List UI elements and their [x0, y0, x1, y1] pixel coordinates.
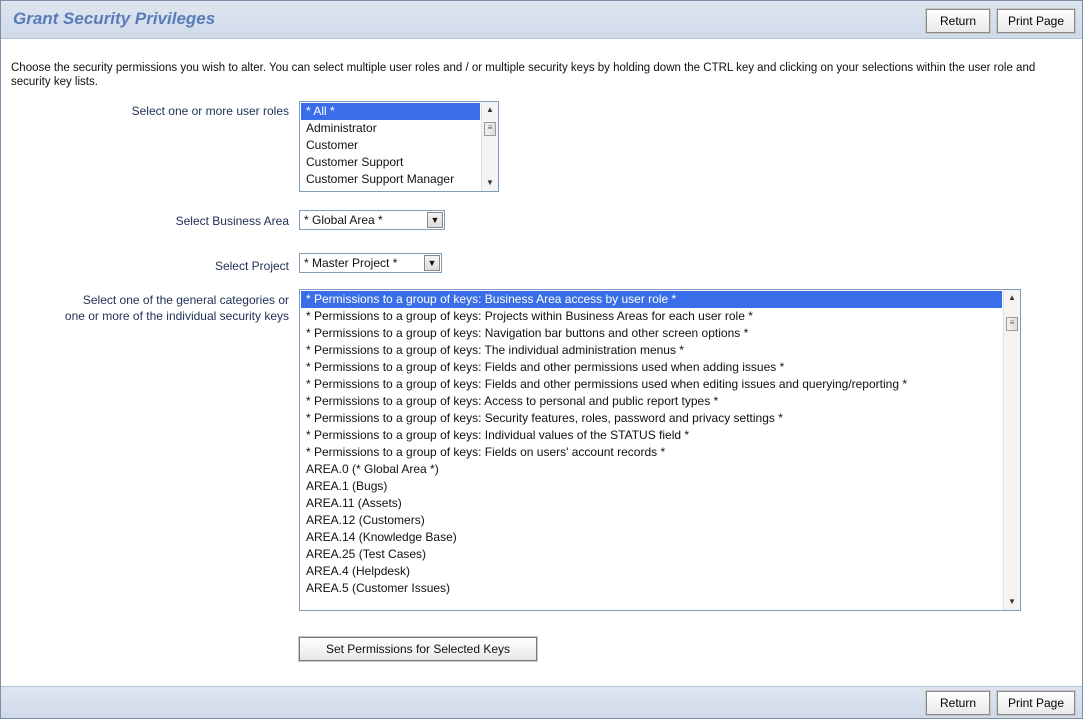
scroll-up-arrow-icon[interactable]: ▲	[1004, 291, 1020, 305]
project-value: * Master Project *	[304, 256, 398, 270]
page: Grant Security Privileges Return Print P…	[0, 0, 1083, 719]
project-label: Select Project	[214, 259, 289, 273]
business-area-value: * Global Area *	[304, 213, 383, 227]
business-area-label: Select Business Area	[175, 214, 289, 228]
user-role-option[interactable]: Customer Support	[301, 154, 480, 171]
security-key-option[interactable]: * Permissions to a group of keys: Fields…	[301, 359, 1002, 376]
security-keys-label: Select one of the general categories or …	[21, 292, 289, 324]
user-role-option[interactable]: Customer	[301, 137, 480, 154]
return-button[interactable]: Return	[925, 8, 991, 34]
scroll-up-arrow-icon[interactable]: ▲	[482, 103, 498, 117]
scroll-thumb[interactable]: ≡	[484, 122, 496, 136]
security-key-option[interactable]: * Permissions to a group of keys: Fields…	[301, 444, 1002, 461]
scroll-down-arrow-icon[interactable]: ▼	[1004, 595, 1020, 609]
instructions-text: Choose the security permissions you wish…	[11, 62, 1036, 88]
security-key-option[interactable]: AREA.25 (Test Cases)	[301, 546, 1002, 563]
chevron-down-icon[interactable]: ▼	[427, 212, 443, 228]
user-roles-label: Select one or more user roles	[131, 104, 289, 118]
security-key-option[interactable]: AREA.5 (Customer Issues)	[301, 580, 1002, 597]
business-area-select[interactable]: * Global Area * ▼	[299, 210, 445, 230]
return-button-bottom[interactable]: Return	[925, 690, 991, 716]
security-key-option[interactable]: * Permissions to a group of keys: The in…	[301, 342, 1002, 359]
security-key-option[interactable]: * Permissions to a group of keys: Securi…	[301, 410, 1002, 427]
security-keys-listbox[interactable]: * Permissions to a group of keys: Busine…	[299, 289, 1021, 611]
security-key-option[interactable]: * Permissions to a group of keys: Access…	[301, 393, 1002, 410]
user-roles-listbox[interactable]: * All * Administrator Customer Customer Sup…	[299, 101, 499, 192]
footer-bar: Return Print Page	[1, 686, 1082, 718]
security-key-option[interactable]: AREA.11 (Assets)	[301, 495, 1002, 512]
user-role-option[interactable]: * All *	[301, 103, 480, 120]
security-key-option[interactable]: * Permissions to a group of keys: Projec…	[301, 308, 1002, 325]
user-roles-scrollbar[interactable]: ▲ ≡ ▼	[481, 102, 498, 191]
security-keys-scrollbar[interactable]: ▲ ≡ ▼	[1003, 290, 1020, 610]
security-key-option[interactable]: AREA.1 (Bugs)	[301, 478, 1002, 495]
security-key-option[interactable]: AREA.12 (Customers)	[301, 512, 1002, 529]
user-role-option[interactable]: Customer Support Manager	[301, 171, 480, 188]
project-select[interactable]: * Master Project * ▼	[299, 253, 442, 273]
security-key-option[interactable]: * Permissions to a group of keys: Busine…	[301, 291, 1002, 308]
security-keys-label-line2: one or more of the individual security k…	[64, 309, 289, 323]
security-key-option[interactable]: AREA.14 (Knowledge Base)	[301, 529, 1002, 546]
security-keys-label-line1: Select one of the general categories or	[82, 293, 289, 307]
security-key-option[interactable]: AREA.0 (* Global Area *)	[301, 461, 1002, 478]
security-key-option[interactable]: * Permissions to a group of keys: Fields…	[301, 376, 1002, 393]
chevron-down-icon[interactable]: ▼	[424, 255, 440, 271]
security-key-option[interactable]: * Permissions to a group of keys: Indivi…	[301, 427, 1002, 444]
page-title: Grant Security Privileges	[13, 9, 216, 28]
scroll-down-arrow-icon[interactable]: ▼	[482, 176, 498, 190]
scroll-thumb[interactable]: ≡	[1006, 317, 1018, 331]
header-bar: Grant Security Privileges Return Print P…	[1, 1, 1082, 39]
security-key-option[interactable]: * Permissions to a group of keys: Naviga…	[301, 325, 1002, 342]
set-permissions-button[interactable]: Set Permissions for Selected Keys	[298, 636, 538, 662]
print-page-button[interactable]: Print Page	[996, 8, 1076, 34]
print-page-button-bottom[interactable]: Print Page	[996, 690, 1076, 716]
user-role-option[interactable]: Administrator	[301, 120, 480, 137]
security-key-option[interactable]: AREA.4 (Helpdesk)	[301, 563, 1002, 580]
